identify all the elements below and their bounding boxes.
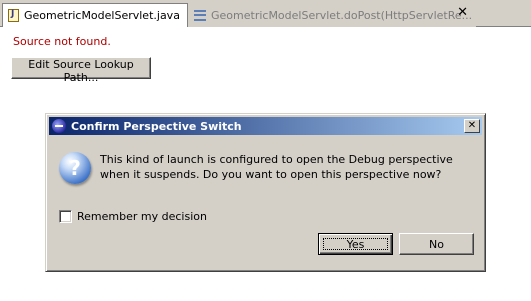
editor-left-margin — [0, 27, 7, 301]
editor-right-margin — [503, 27, 531, 301]
java-file-icon — [8, 9, 19, 22]
tab-do-post-method[interactable]: GeometricModelServlet.doPost(HttpServlet… — [188, 3, 476, 27]
remember-decision-label: Remember my decision — [77, 210, 207, 223]
edit-source-lookup-button[interactable]: Edit Source Lookup Path... — [11, 57, 151, 84]
eclipse-icon — [52, 119, 66, 133]
remember-decision-option[interactable]: Remember my decision — [59, 210, 207, 223]
confirm-perspective-switch-dialog: Confirm Perspective Switch ✕ ? This kind… — [45, 113, 486, 272]
dialog-message: This kind of launch is configured to ope… — [100, 153, 453, 181]
dialog-title-bar[interactable]: Confirm Perspective Switch ✕ — [49, 117, 482, 135]
editor-tab-bar: GeometricModelServlet.java GeometricMode… — [0, 0, 531, 27]
question-icon: ? — [59, 152, 91, 184]
tab-label: GeometricModelServlet.doPost(HttpServlet… — [211, 8, 473, 22]
close-button[interactable]: ✕ — [464, 119, 480, 133]
method-icon — [194, 9, 206, 21]
no-button[interactable]: No — [399, 233, 474, 255]
tab-geometric-model-servlet-java[interactable]: GeometricModelServlet.java — [2, 3, 188, 27]
dialog-title: Confirm Perspective Switch — [71, 119, 242, 133]
tab-label: GeometricModelServlet.java — [24, 9, 180, 22]
remember-decision-checkbox[interactable] — [59, 210, 72, 223]
source-not-found-message: Source not found. — [13, 35, 111, 48]
yes-button[interactable]: Yes — [318, 233, 393, 255]
tab-close-icon[interactable]: ✕ — [457, 5, 468, 20]
